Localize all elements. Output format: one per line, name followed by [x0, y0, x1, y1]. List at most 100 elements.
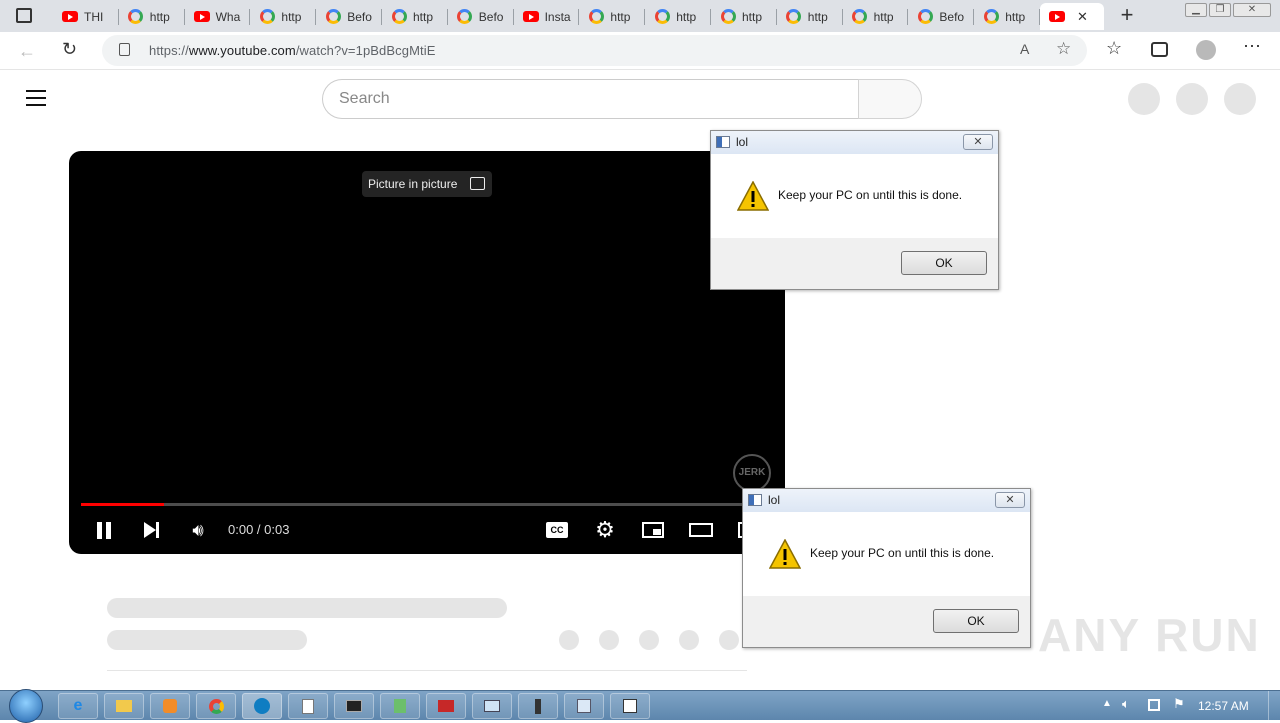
read-aloud-icon[interactable]: A — [1020, 41, 1029, 57]
browser-tab[interactable]: Wha — [185, 3, 251, 30]
ok-button[interactable]: OK — [933, 609, 1019, 633]
divider — [107, 670, 747, 671]
browser-tab[interactable]: ✕ — [1040, 3, 1104, 30]
google-icon — [786, 9, 802, 25]
taskbar-app-icon-4[interactable] — [518, 693, 558, 719]
warning-icon — [737, 181, 769, 211]
show-desktop-button[interactable] — [1268, 691, 1280, 721]
search-button[interactable] — [858, 79, 922, 119]
tab-label: http — [149, 9, 170, 24]
taskbar-app-icon-2[interactable] — [426, 693, 466, 719]
taskbar-notepad-icon[interactable] — [288, 693, 328, 719]
close-tab-icon[interactable]: ✕ — [1077, 9, 1088, 25]
back-arrow-icon[interactable]: ← — [18, 41, 36, 62]
close-window-button[interactable]: ✕ — [1233, 3, 1271, 17]
profile-avatar[interactable] — [1196, 40, 1216, 60]
google-icon — [917, 9, 933, 25]
dialog-title: lol — [768, 493, 781, 507]
browser-tab[interactable]: THI — [53, 3, 119, 30]
pause-button[interactable] — [90, 517, 118, 543]
tab-actions-icon[interactable] — [16, 8, 32, 23]
speaker-icon[interactable]: 🔈︎ — [1122, 696, 1130, 712]
progress-fill — [81, 503, 165, 506]
taskbar: e ▲ 🔈︎ ⚑ 12:57 AM — [0, 689, 1280, 723]
address-bar[interactable]: https://www.youtube.com/watch?v=1pBdBcgM… — [102, 35, 1087, 66]
add-favorite-icon[interactable]: ☆ — [1056, 39, 1071, 59]
collections-icon[interactable] — [1151, 42, 1168, 57]
taskbar-explorer-icon[interactable] — [104, 693, 144, 719]
google-icon — [852, 9, 868, 25]
action-center-flag-icon[interactable]: ⚑ — [1173, 696, 1185, 712]
ok-button[interactable]: OK — [901, 251, 987, 275]
settings-gear-icon[interactable]: ⚙ — [591, 517, 619, 543]
google-icon — [259, 9, 275, 25]
youtube-icon — [1049, 9, 1065, 25]
browser-tab[interactable]: http — [974, 3, 1040, 30]
channel-placeholder — [107, 630, 307, 650]
dialog-body: Keep your PC on until this is done. — [743, 512, 1030, 596]
header-placeholder-1 — [1128, 83, 1160, 115]
browser-tab[interactable]: http — [119, 3, 185, 30]
lock-icon[interactable] — [119, 43, 130, 56]
taskbar-media-player-icon[interactable] — [150, 693, 190, 719]
theater-mode-icon[interactable] — [687, 517, 715, 543]
browser-tab[interactable]: http — [645, 3, 711, 30]
google-icon — [128, 9, 144, 25]
tab-label: http — [281, 9, 302, 24]
miniplayer-icon[interactable] — [639, 517, 667, 543]
tab-label: Befo — [347, 9, 372, 24]
video-player[interactable]: Picture in picture JERK 🔊︎ 0:00 / 0:03 C… — [69, 151, 785, 554]
refresh-icon[interactable]: ↻ — [62, 39, 77, 60]
taskbar-app-icon-3[interactable] — [472, 693, 512, 719]
channel-watermark[interactable]: JERK — [733, 454, 771, 492]
browser-tab[interactable]: http — [711, 3, 777, 30]
dialog-close-button[interactable]: ✕ — [995, 492, 1025, 508]
network-icon[interactable] — [1148, 699, 1160, 711]
next-button[interactable] — [137, 517, 165, 543]
taskbar-app-icon-5[interactable] — [564, 693, 604, 719]
dialog-close-button[interactable]: ✕ — [963, 134, 993, 150]
more-menu-icon[interactable]: ⋯ — [1243, 36, 1261, 57]
search-input[interactable]: Search — [322, 79, 859, 119]
url-text[interactable]: https://www.youtube.com/watch?v=1pBdBcgM… — [149, 43, 435, 58]
new-tab-button[interactable]: + — [1116, 4, 1138, 27]
minimize-button[interactable]: ▁ — [1185, 3, 1207, 17]
dialog-titlebar[interactable]: lol ✕ — [711, 131, 998, 154]
tray-expand-icon[interactable]: ▲ — [1102, 698, 1112, 709]
taskbar-terminal-icon[interactable] — [334, 693, 374, 719]
browser-toolbar: ← ↻ https://www.youtube.com/watch?v=1pBd… — [0, 32, 1280, 70]
browser-tab[interactable]: http — [382, 3, 448, 30]
warning-icon — [769, 539, 801, 569]
favorites-icon[interactable]: ☆ — [1106, 38, 1122, 59]
start-button[interactable] — [9, 689, 43, 723]
taskbar-app-icon-6[interactable] — [610, 693, 650, 719]
anyrun-watermark: ANY RUN — [1038, 609, 1261, 661]
browser-tab[interactable]: http — [843, 3, 909, 30]
taskbar-app-icon-1[interactable] — [380, 693, 420, 719]
action-placeholder-3 — [639, 630, 659, 650]
title-placeholder — [107, 598, 507, 618]
browser-tab[interactable]: Befo — [908, 3, 975, 30]
hamburger-menu-icon[interactable] — [26, 90, 46, 106]
tab-label: Wha — [215, 9, 241, 24]
youtube-icon — [193, 9, 210, 25]
browser-tab[interactable]: http — [579, 3, 646, 30]
progress-bar[interactable] — [81, 503, 773, 506]
taskbar-edge-icon[interactable] — [242, 693, 282, 719]
browser-tab[interactable]: http — [250, 3, 317, 30]
app-icon — [716, 136, 730, 148]
dialog-titlebar[interactable]: lol ✕ — [743, 489, 1030, 512]
browser-tab[interactable]: http — [777, 3, 843, 30]
volume-icon[interactable]: 🔊︎ — [184, 517, 212, 543]
clock[interactable]: 12:57 AM — [1198, 699, 1249, 713]
browser-tab[interactable]: Insta — [514, 3, 580, 30]
action-placeholder-1 — [559, 630, 579, 650]
browser-tab[interactable]: Befo — [316, 3, 382, 30]
restore-button[interactable]: ❐ — [1209, 3, 1231, 17]
taskbar-ie-icon[interactable]: e — [58, 693, 98, 719]
browser-tab[interactable]: Befo — [448, 3, 514, 30]
captions-icon[interactable]: CC — [543, 517, 571, 543]
pip-tooltip: Picture in picture — [362, 171, 492, 197]
google-icon — [720, 9, 736, 25]
taskbar-chrome-icon[interactable] — [196, 693, 236, 719]
